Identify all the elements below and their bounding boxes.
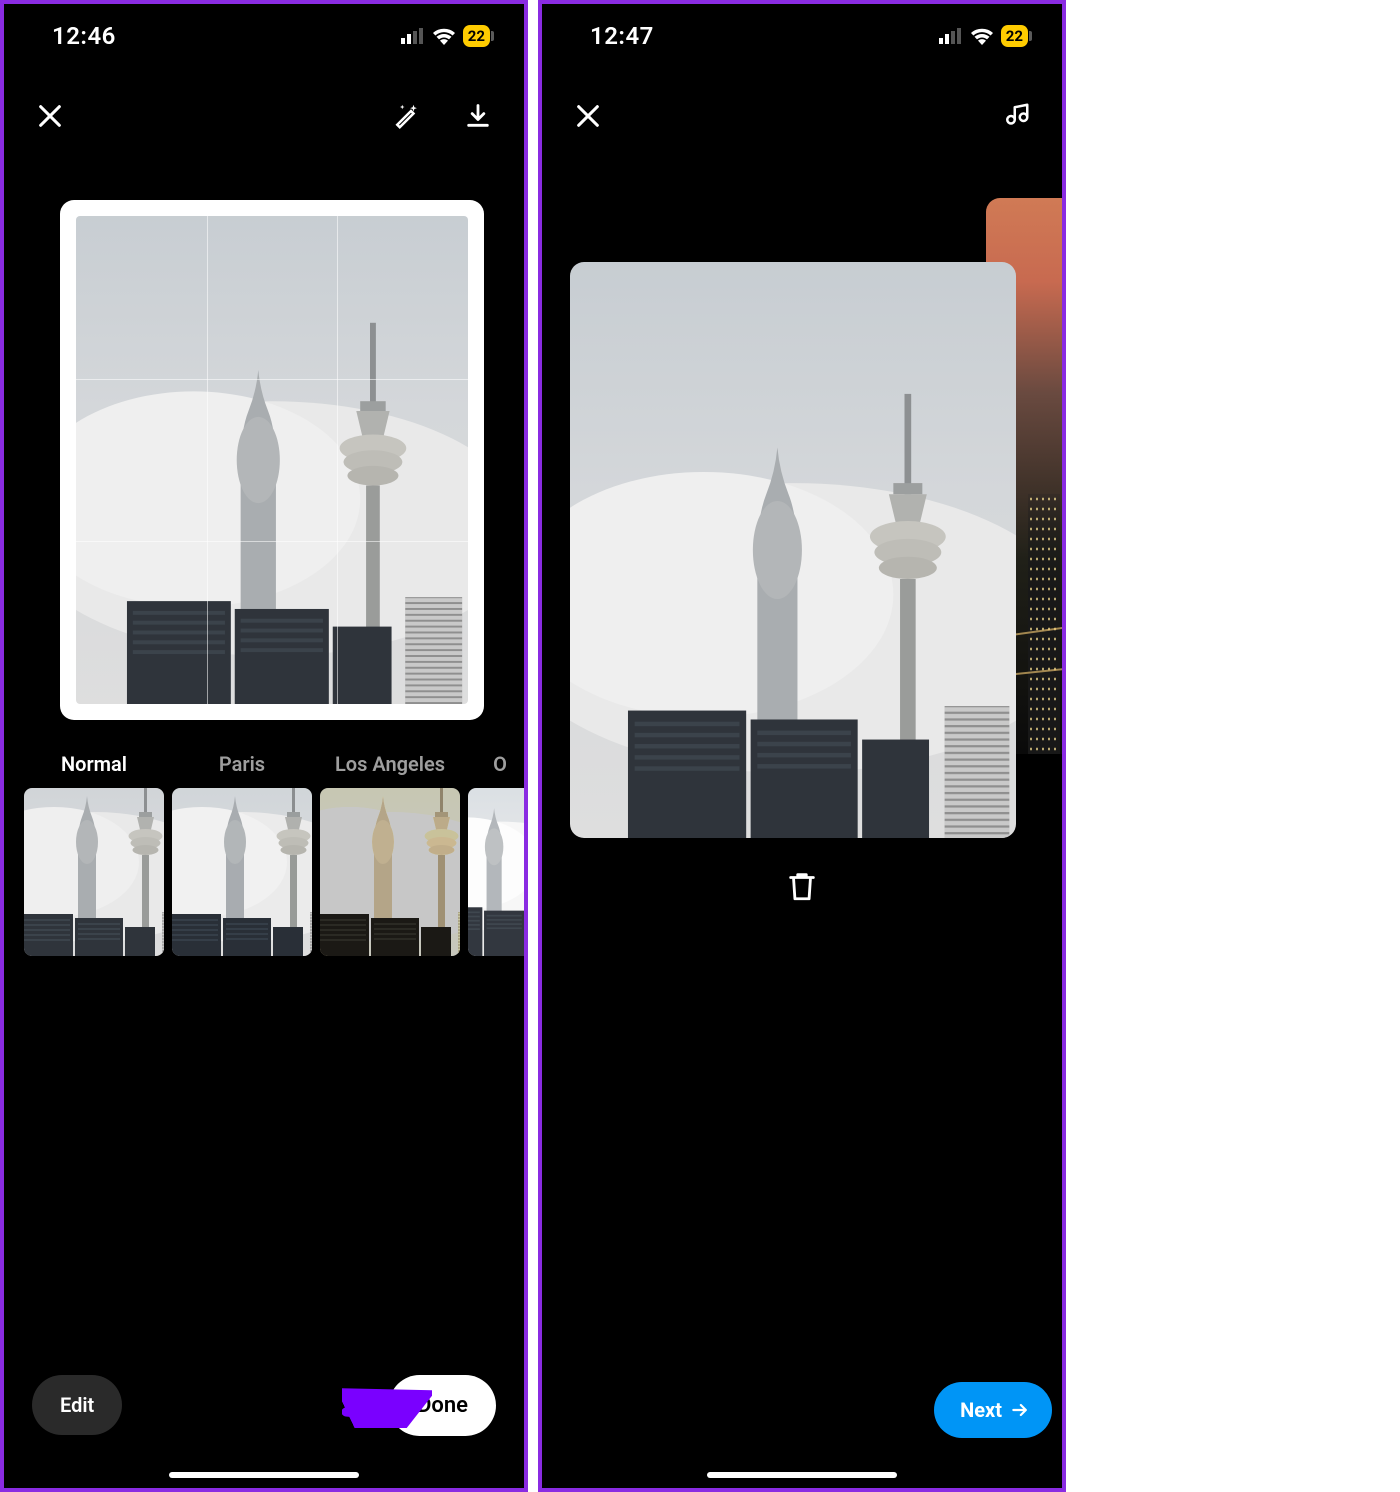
close-icon <box>36 102 64 130</box>
filter-label: Paris <box>219 752 265 778</box>
status-time: 12:46 <box>52 22 116 50</box>
filter-thumb-image <box>468 788 524 956</box>
status-time: 12:47 <box>590 22 654 50</box>
filter-los-angeles[interactable]: Los Angeles <box>320 752 460 962</box>
filter-thumb-image <box>24 788 164 956</box>
preview-nav <box>542 84 1062 148</box>
screen-filter-editor: 12:46 22 No <box>0 0 528 1492</box>
arrow-right-icon <box>1010 1400 1030 1420</box>
status-indicators: 22 <box>939 25 1028 47</box>
filter-thumb-image <box>172 788 312 956</box>
filter-label: Normal <box>61 752 127 778</box>
grid-line <box>337 216 338 704</box>
wifi-icon <box>432 27 456 45</box>
filter-paris[interactable]: Paris <box>172 752 312 962</box>
music-icon <box>1001 101 1031 131</box>
carousel-current-item[interactable] <box>570 262 1016 838</box>
close-icon <box>574 102 602 130</box>
screen-carousel-preview: 12:47 22 Next <box>538 0 1066 1492</box>
filter-more[interactable]: O <box>468 752 524 962</box>
next-button[interactable]: Next <box>934 1382 1052 1438</box>
magic-enhance-button[interactable] <box>388 98 424 134</box>
done-button[interactable]: Done <box>389 1375 496 1436</box>
download-icon <box>464 102 492 130</box>
current-image <box>570 262 1016 838</box>
magic-wand-icon <box>391 101 421 131</box>
filter-normal[interactable]: Normal <box>24 752 164 962</box>
cellular-icon <box>401 28 425 44</box>
home-indicator[interactable] <box>169 1472 359 1478</box>
grid-line <box>76 541 468 542</box>
filter-thumb-image <box>320 788 460 956</box>
grid-line <box>76 379 468 380</box>
filter-label: O <box>493 752 507 778</box>
battery-indicator: 22 <box>1001 25 1028 47</box>
edit-button[interactable]: Edit <box>32 1375 122 1435</box>
delete-button[interactable] <box>782 866 822 906</box>
home-indicator[interactable] <box>707 1472 897 1478</box>
wifi-icon <box>970 27 994 45</box>
preview-image <box>76 216 468 704</box>
battery-indicator: 22 <box>463 25 490 47</box>
filter-strip[interactable]: Normal Paris Los Angeles O <box>24 752 524 962</box>
editor-nav <box>4 84 524 148</box>
grid-line <box>207 216 208 704</box>
filter-label: Los Angeles <box>335 752 445 778</box>
cellular-icon <box>939 28 963 44</box>
next-button-label: Next <box>960 1398 1002 1422</box>
status-indicators: 22 <box>401 25 490 47</box>
photo-preview[interactable] <box>60 200 484 720</box>
editor-bottom-bar: Edit Done <box>32 1370 496 1440</box>
close-button[interactable] <box>570 98 606 134</box>
download-button[interactable] <box>460 98 496 134</box>
close-button[interactable] <box>32 98 68 134</box>
status-bar: 12:46 22 <box>4 4 524 68</box>
trash-icon <box>785 869 819 903</box>
music-button[interactable] <box>998 98 1034 134</box>
status-bar: 12:47 22 <box>542 4 1062 68</box>
